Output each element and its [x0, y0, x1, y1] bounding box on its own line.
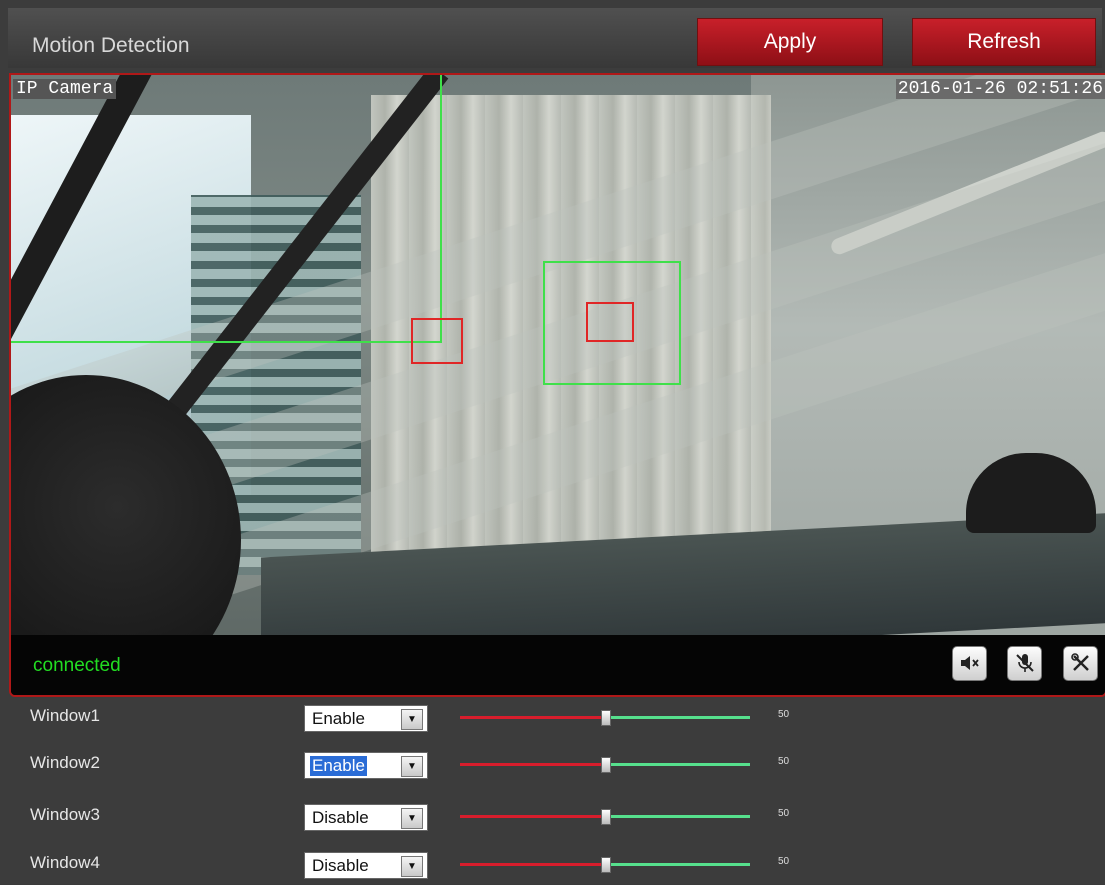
window-mode-value: Enable — [312, 709, 365, 728]
window-row-1: Window1 Enable ▼ 50 — [0, 696, 1105, 738]
slider-track-high — [605, 815, 750, 818]
sensitivity-value: 50 — [778, 756, 790, 767]
video-status-bar: connected — [11, 635, 1105, 695]
window-row-3: Window3 Disable ▼ 50 — [0, 795, 1105, 837]
app-frame: Motion Detection Apply Refresh IP Camera… — [0, 0, 1105, 884]
slider-track-high — [605, 716, 750, 719]
sensitivity-value: 50 — [778, 856, 790, 867]
window-label: Window1 — [30, 706, 100, 725]
video-panel: IP Camera 2016-01-26 02:51:26 connected — [9, 73, 1105, 697]
detection-window-1-horizontal-edge[interactable] — [11, 341, 442, 343]
slider-track-low — [460, 863, 605, 866]
sensitivity-slider[interactable] — [460, 710, 750, 726]
tools-icon[interactable] — [1063, 646, 1098, 681]
window-label: Window4 — [30, 853, 100, 872]
sensitivity-slider[interactable] — [460, 857, 750, 873]
window-mode-value: Enable — [310, 756, 367, 776]
window-mode-select[interactable]: Disable ▼ — [304, 852, 428, 879]
camera-name-overlay: IP Camera — [13, 79, 117, 99]
sensitivity-slider[interactable] — [460, 809, 750, 825]
window-row-2: Window2 Enable ▼ 50 — [0, 743, 1105, 785]
slider-track-low — [460, 763, 605, 766]
window-label: Window2 — [30, 753, 100, 772]
window-mode-value: Disable — [312, 856, 369, 875]
window-row-4: Window4 Disable ▼ 50 — [0, 843, 1105, 885]
window-mode-select[interactable]: Enable ▼ — [304, 705, 428, 732]
slider-thumb[interactable] — [601, 809, 611, 825]
detection-window-1-vertical-edge[interactable] — [440, 75, 442, 343]
chevron-down-icon[interactable]: ▼ — [401, 709, 423, 730]
sensitivity-slider[interactable] — [460, 757, 750, 773]
camera-feed[interactable]: IP Camera 2016-01-26 02:51:26 — [11, 75, 1105, 635]
apply-button[interactable]: Apply — [697, 18, 883, 66]
camera-timestamp-overlay: 2016-01-26 02:51:26 — [895, 79, 1105, 99]
window-mode-select[interactable]: Disable ▼ — [304, 804, 428, 831]
chevron-down-icon[interactable]: ▼ — [401, 808, 423, 829]
slider-thumb[interactable] — [601, 857, 611, 873]
window-mode-value: Disable — [312, 808, 369, 827]
slider-thumb[interactable] — [601, 757, 611, 773]
chevron-down-icon[interactable]: ▼ — [401, 856, 423, 877]
slider-track-low — [460, 716, 605, 719]
refresh-button[interactable]: Refresh — [912, 18, 1096, 66]
slider-track-high — [605, 863, 750, 866]
window-mode-select[interactable]: Enable ▼ — [304, 752, 428, 779]
chevron-down-icon[interactable]: ▼ — [401, 756, 423, 777]
microphone-mute-icon[interactable] — [1007, 646, 1042, 681]
page-title: Motion Detection — [32, 34, 190, 57]
slider-track-low — [460, 815, 605, 818]
slider-thumb[interactable] — [601, 710, 611, 726]
speaker-mute-icon[interactable] — [952, 646, 987, 681]
sensitivity-value: 50 — [778, 709, 790, 720]
window-label: Window3 — [30, 805, 100, 824]
detection-window-1-handle[interactable] — [411, 318, 463, 364]
connection-status: connected — [33, 655, 121, 676]
slider-track-high — [605, 763, 750, 766]
sensitivity-value: 50 — [778, 808, 790, 819]
detection-window-2-handle[interactable] — [586, 302, 634, 342]
